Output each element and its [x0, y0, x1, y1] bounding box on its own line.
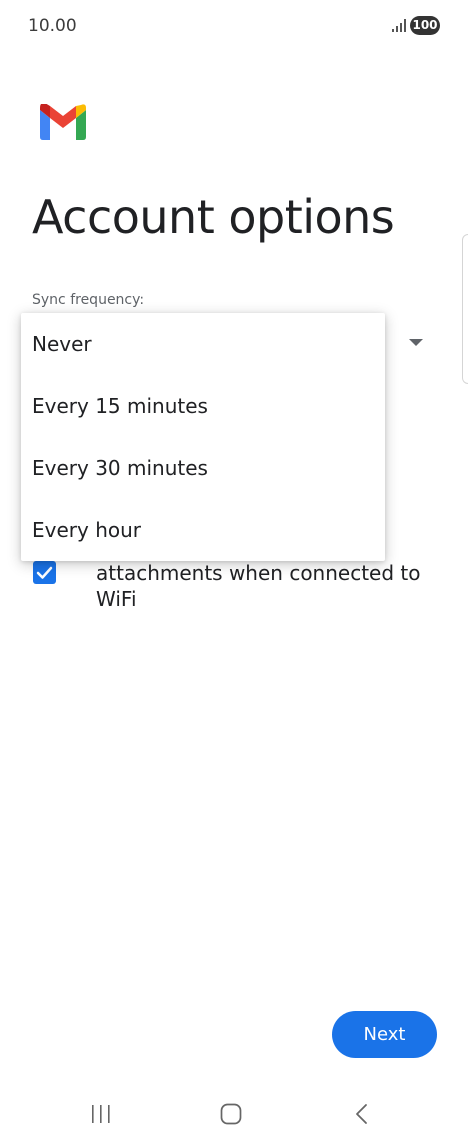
navigation-bar	[0, 1084, 468, 1144]
next-button[interactable]: Next	[332, 1011, 437, 1058]
status-time: 10.00	[28, 16, 77, 36]
sync-frequency-menu: Never Every 15 minutes Every 30 minutes …	[21, 313, 385, 561]
status-bar: 10.00 100	[0, 0, 468, 52]
sync-frequency-label: Sync frequency:	[32, 292, 145, 308]
menu-item-never[interactable]: Never	[21, 313, 385, 375]
menu-item-every-30-minutes[interactable]: Every 30 minutes	[21, 437, 385, 499]
menu-item-every-15-minutes[interactable]: Every 15 minutes	[21, 375, 385, 437]
attachments-wifi-checkbox[interactable]	[33, 561, 56, 584]
gmail-logo	[40, 104, 86, 140]
signal-bars-icon	[392, 19, 406, 32]
check-icon	[36, 566, 53, 579]
back-icon[interactable]	[354, 1103, 368, 1125]
attachments-wifi-label: attachments when connected to WiFi	[96, 561, 421, 611]
battery-icon: 100	[410, 16, 440, 35]
chevron-down-icon[interactable]	[409, 339, 423, 346]
scrollbar[interactable]	[462, 234, 468, 384]
home-icon[interactable]	[220, 1103, 242, 1125]
menu-item-every-hour[interactable]: Every hour	[21, 499, 385, 561]
recents-icon[interactable]	[90, 1104, 112, 1124]
page-title: Account options	[32, 190, 395, 244]
